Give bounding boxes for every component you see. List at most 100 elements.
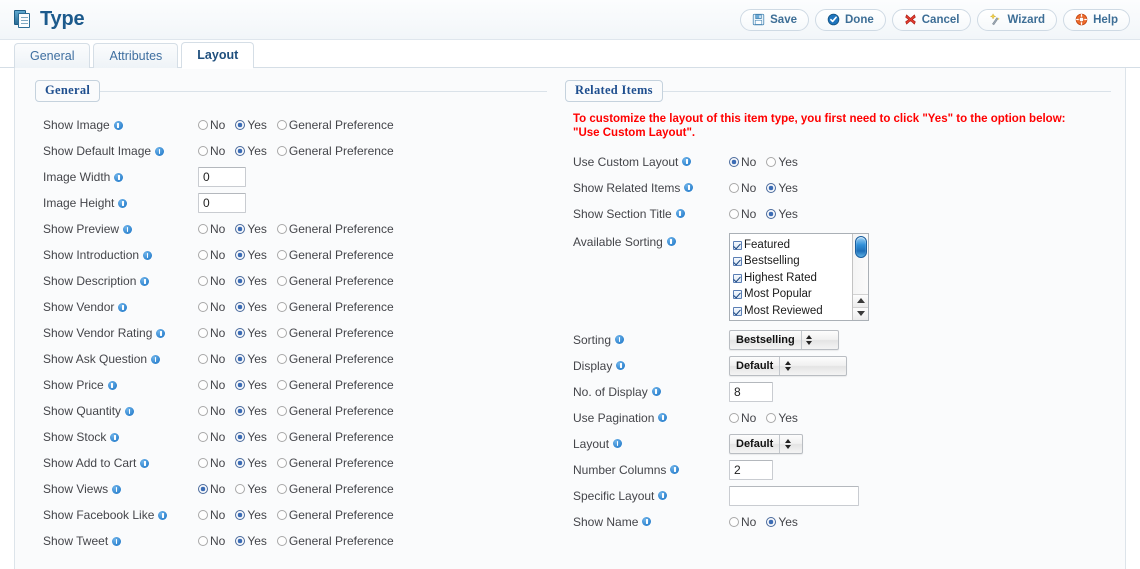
show-vendor-radio-no[interactable]: No xyxy=(198,300,225,314)
scrollbar-thumb[interactable] xyxy=(855,235,867,258)
info-icon[interactable] xyxy=(156,328,166,338)
use-pagination-radio-no[interactable]: No xyxy=(729,411,756,425)
listbox-scrollbar[interactable] xyxy=(852,233,868,320)
show-introduction-radio-general-preference[interactable]: General Preference xyxy=(276,248,394,262)
checkbox[interactable] xyxy=(733,273,742,283)
show-name-radio-yes[interactable]: Yes xyxy=(766,515,798,529)
info-icon[interactable] xyxy=(670,465,680,475)
show-tweet-radio-general-preference[interactable]: General Preference xyxy=(276,534,394,548)
show-ask-question-radio-general-preference[interactable]: General Preference xyxy=(276,352,394,366)
info-icon[interactable] xyxy=(118,302,128,312)
info-icon[interactable] xyxy=(658,491,668,501)
show-image-radio-no[interactable]: No xyxy=(198,118,225,132)
available-sorting-listbox[interactable]: Featured Bestselling Highest Rated Most Pop… xyxy=(729,232,869,321)
info-icon[interactable] xyxy=(140,276,150,286)
list-item[interactable]: Most Reviewed xyxy=(733,303,868,320)
show-preview-radio-general-preference[interactable]: General Preference xyxy=(276,222,394,236)
show-default-image-radio-general-preference[interactable]: General Preference xyxy=(276,144,394,158)
info-icon[interactable] xyxy=(615,335,625,345)
show-quantity-radio-yes[interactable]: Yes xyxy=(235,404,267,418)
info-icon[interactable] xyxy=(613,439,623,449)
info-icon[interactable] xyxy=(616,361,626,371)
scroll-up-arrow-icon[interactable] xyxy=(853,293,868,307)
checkbox[interactable] xyxy=(733,240,742,250)
info-icon[interactable] xyxy=(113,120,123,130)
show-ask-question-radio-yes[interactable]: Yes xyxy=(235,352,267,366)
show-vendor-radio-general-preference[interactable]: General Preference xyxy=(276,300,394,314)
show-vendor-rating-radio-yes[interactable]: Yes xyxy=(235,326,267,340)
show-add-to-cart-radio-yes[interactable]: Yes xyxy=(235,456,267,470)
show-facebook-like-radio-no[interactable]: No xyxy=(198,508,225,522)
list-item[interactable]: Bestselling xyxy=(733,253,868,270)
info-icon[interactable] xyxy=(112,484,122,494)
wizard-button[interactable]: Wizard xyxy=(977,8,1058,31)
info-icon[interactable] xyxy=(125,406,135,416)
show-views-radio-yes[interactable]: Yes xyxy=(235,482,267,496)
list-item[interactable]: Featured xyxy=(733,237,868,254)
show-description-radio-no[interactable]: No xyxy=(198,274,225,288)
show-default-image-radio-no[interactable]: No xyxy=(198,144,225,158)
show-facebook-like-radio-general-preference[interactable]: General Preference xyxy=(276,508,394,522)
show-image-radio-yes[interactable]: Yes xyxy=(235,118,267,132)
show-preview-radio-yes[interactable]: Yes xyxy=(235,222,267,236)
info-icon[interactable] xyxy=(651,387,661,397)
info-icon[interactable] xyxy=(123,224,133,234)
show-ask-question-radio-no[interactable]: No xyxy=(198,352,225,366)
show-stock-radio-yes[interactable]: Yes xyxy=(235,430,267,444)
show-price-radio-general-preference[interactable]: General Preference xyxy=(276,378,394,392)
image-width-input[interactable] xyxy=(198,167,246,187)
cancel-button[interactable]: Cancel xyxy=(891,8,972,31)
show-add-to-cart-radio-general-preference[interactable]: General Preference xyxy=(276,456,394,470)
tab-general[interactable]: General xyxy=(14,43,91,68)
show-vendor-rating-radio-no[interactable]: No xyxy=(198,326,225,340)
show-price-radio-yes[interactable]: Yes xyxy=(235,378,267,392)
show-stock-radio-no[interactable]: No xyxy=(198,430,225,444)
scroll-down-arrow-icon[interactable] xyxy=(853,306,868,320)
checkbox[interactable] xyxy=(733,306,742,316)
show-views-radio-no[interactable]: No xyxy=(198,482,225,496)
list-item[interactable]: Most Popular xyxy=(733,286,868,303)
show-price-radio-no[interactable]: No xyxy=(198,378,225,392)
checkbox[interactable] xyxy=(733,290,742,299)
number-columns-input[interactable] xyxy=(729,459,773,480)
show-default-image-radio-yes[interactable]: Yes xyxy=(235,144,267,158)
info-icon[interactable] xyxy=(658,413,668,423)
info-icon[interactable] xyxy=(118,198,128,208)
image-height-input[interactable] xyxy=(198,193,246,213)
show-tweet-radio-yes[interactable]: Yes xyxy=(235,534,267,548)
no-of-display-input[interactable] xyxy=(729,381,773,402)
show-views-radio-general-preference[interactable]: General Preference xyxy=(276,482,394,496)
specific-layout-input[interactable] xyxy=(729,485,859,506)
layout-select[interactable]: Default xyxy=(729,433,803,454)
info-icon[interactable] xyxy=(140,458,150,468)
info-icon[interactable] xyxy=(666,237,676,247)
display-select[interactable]: Default xyxy=(729,355,847,376)
show-image-radio-general-preference[interactable]: General Preference xyxy=(276,118,394,132)
info-icon[interactable] xyxy=(682,157,692,167)
show-add-to-cart-radio-no[interactable]: No xyxy=(198,456,225,470)
info-icon[interactable] xyxy=(112,536,122,546)
show-section-title-radio-no[interactable]: No xyxy=(729,207,756,221)
show-quantity-radio-general-preference[interactable]: General Preference xyxy=(276,404,394,418)
use-custom-layout-radio-no[interactable]: No xyxy=(729,155,756,169)
show-preview-radio-no[interactable]: No xyxy=(198,222,225,236)
use-custom-layout-radio-yes[interactable]: Yes xyxy=(766,155,798,169)
info-icon[interactable] xyxy=(107,380,117,390)
list-item[interactable]: Highest Rated xyxy=(733,270,868,287)
tab-layout[interactable]: Layout xyxy=(181,42,255,69)
show-facebook-like-radio-yes[interactable]: Yes xyxy=(235,508,267,522)
use-pagination-radio-yes[interactable]: Yes xyxy=(766,411,798,425)
sorting-select[interactable]: Bestselling xyxy=(729,329,839,350)
info-icon[interactable] xyxy=(155,146,165,156)
show-name-radio-no[interactable]: No xyxy=(729,515,756,529)
info-icon[interactable] xyxy=(110,432,120,442)
show-description-radio-general-preference[interactable]: General Preference xyxy=(276,274,394,288)
info-icon[interactable] xyxy=(684,183,694,193)
info-icon[interactable] xyxy=(151,354,161,364)
info-icon[interactable] xyxy=(642,517,652,527)
show-introduction-radio-no[interactable]: No xyxy=(198,248,225,262)
show-tweet-radio-no[interactable]: No xyxy=(198,534,225,548)
show-related-items-radio-no[interactable]: No xyxy=(729,181,756,195)
info-icon[interactable] xyxy=(143,250,153,260)
checkbox[interactable] xyxy=(733,257,742,266)
